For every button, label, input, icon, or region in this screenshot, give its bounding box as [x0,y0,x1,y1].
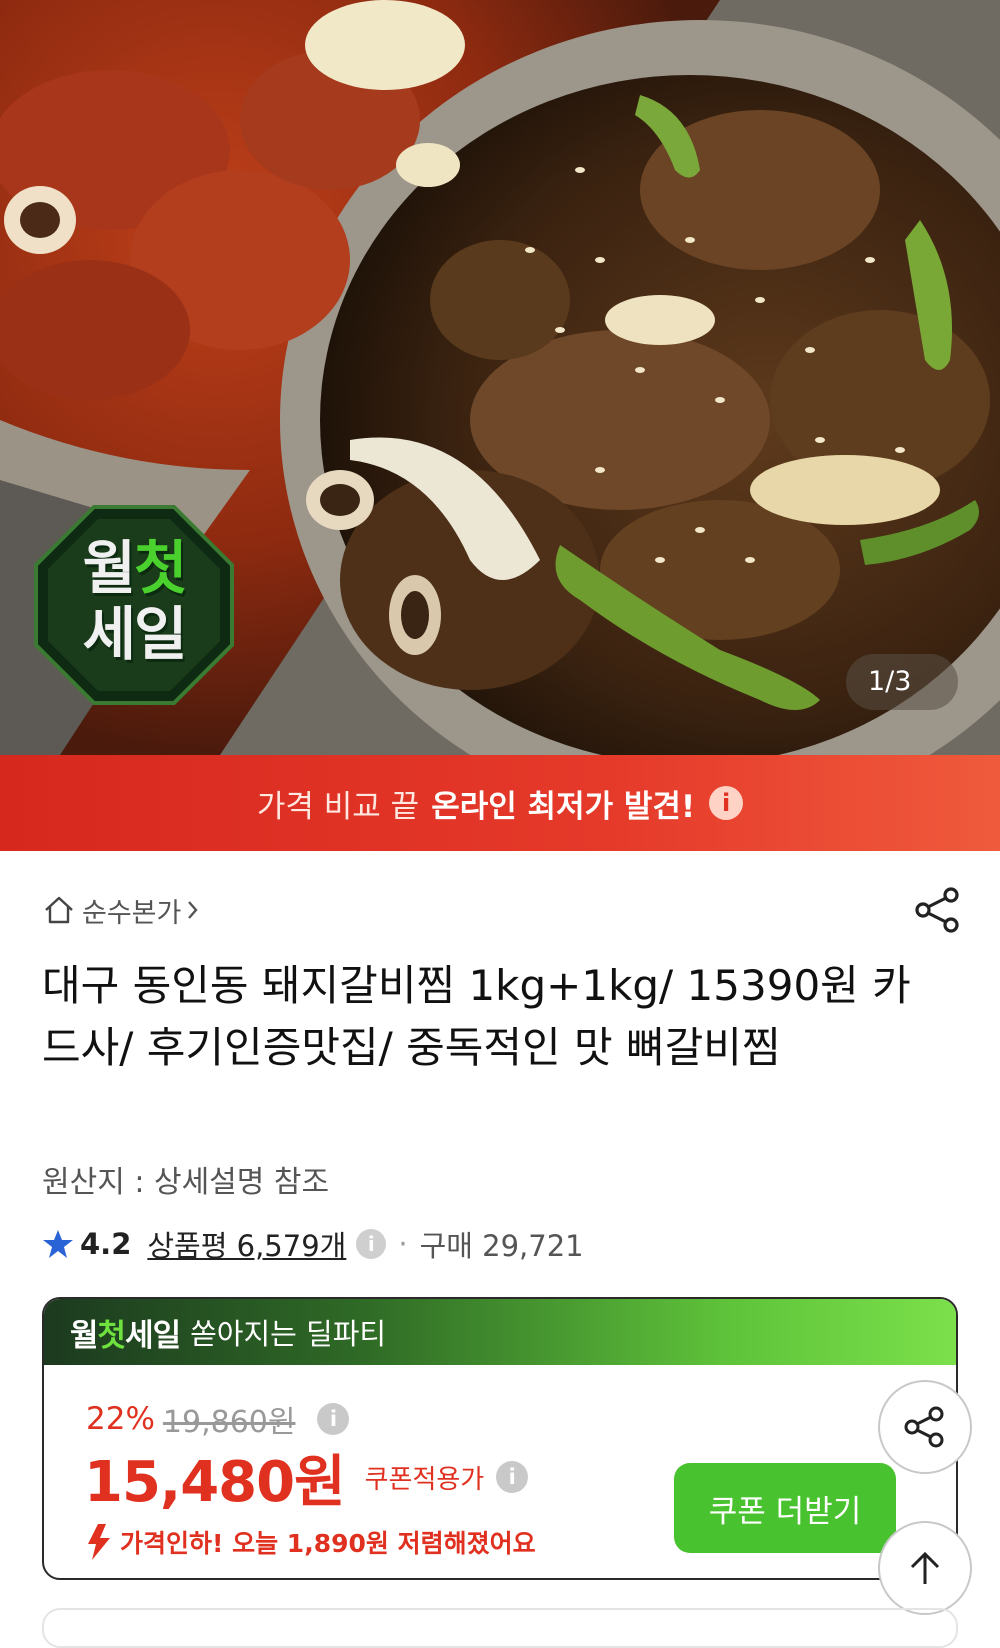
product-image-carousel[interactable]: 월첫 세일 1/3 [0,0,1000,755]
store-name: 순수본가 [82,897,182,929]
info-icon[interactable]: i [496,1461,529,1493]
star-icon [43,1230,73,1258]
floating-share-button[interactable] [878,1380,972,1474]
arrow-up-icon [910,1551,940,1584]
deal-header: 월첫세일 쏟아지는 딜파티 [44,1299,956,1365]
chevron-right-icon [188,901,198,919]
banner-strong-text: 온라인 최저가 발견! [431,788,696,825]
lowest-price-banner[interactable]: 가격 비교 끝 온라인 최저가 발견! i [0,755,1000,851]
deal-card: 월첫세일 쏟아지는 딜파티 22% 19,860원 i 15,480원 쿠폰적용… [42,1297,958,1580]
monthly-first-sale-badge: 월첫 세일 [34,505,234,705]
info-icon[interactable]: i [709,786,744,820]
rating-row: 4.2 상품평 6,579개 i · 구매 29,721 [42,1222,584,1266]
get-coupon-button[interactable]: 쿠폰 더받기 [674,1463,896,1553]
banner-text: 가격 비교 끝 [256,788,420,825]
product-title: 대구 동인동 돼지갈비찜 1kg+1kg/ 15390원 카드사/ 후기인증맛집… [42,961,911,1072]
store-link[interactable]: 순수본가 [42,890,201,930]
share-icon[interactable] [913,885,963,935]
coupon-applied-label: 쿠폰적용가 [364,1464,485,1495]
deal-logo: 월첫세일 [70,1310,181,1355]
deal-tagline: 쏟아지는 딜파티 [190,1317,387,1351]
badge-text-c: 세일 [82,600,188,668]
discount-percent: 22% [86,1401,155,1437]
home-icon [45,896,73,924]
image-counter: 1/3 [846,654,958,710]
rating-score: 4.2 [80,1227,132,1261]
price-row: 15,480원 쿠폰적용가 i [84,1439,529,1515]
origin-info: 원산지 : 상세설명 참조 [42,1165,330,1200]
sale-price: 15,480원 [84,1449,346,1515]
deal-logo-b: 첫 [97,1317,127,1354]
purchase-count: 구매 29,721 [419,1229,584,1263]
deal-logo-a: 월 [70,1317,99,1354]
scroll-to-top-button[interactable] [878,1521,972,1615]
separator-dot: · [398,1227,408,1261]
down-arrow-icon [88,1524,110,1560]
info-icon[interactable]: i [317,1403,350,1435]
share-icon [904,1406,944,1448]
reviews-link[interactable]: 상품평 6,579개 [147,1223,346,1265]
price-drop-text: 가격인하! 오늘 1,890원 저렴해졌어요 [120,1529,536,1558]
deal-logo-c: 세일 [125,1317,181,1354]
price-drop-notice: 가격인하! 오늘 1,890원 저렴해졌어요 [84,1521,536,1563]
badge-text-b: 첫 [134,534,187,602]
next-section-card [42,1608,958,1648]
original-price: 19,860원 [162,1405,296,1440]
info-icon[interactable]: i [356,1229,387,1259]
badge-text-a: 월 [82,534,136,602]
discount-row: 22% 19,860원 i [86,1399,350,1440]
